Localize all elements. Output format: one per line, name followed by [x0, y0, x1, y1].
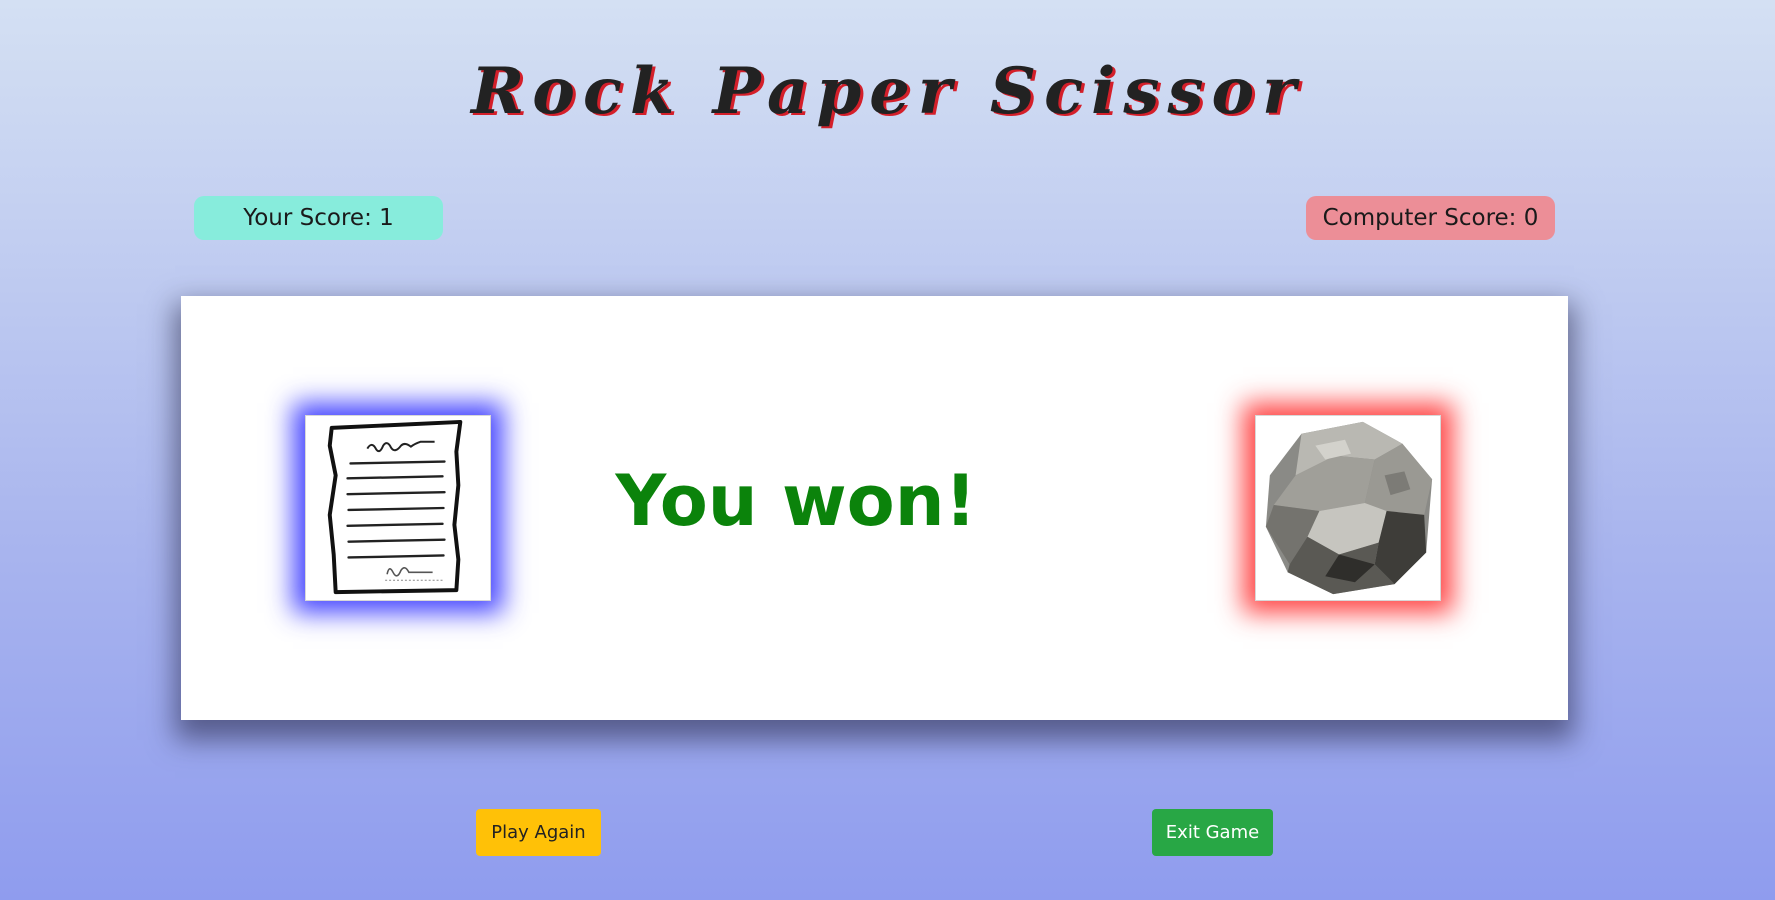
- game-title: Rock Paper Scissor: [471, 54, 1304, 129]
- rock-icon: [1265, 421, 1433, 595]
- player-choice-card: [305, 415, 491, 601]
- game-board: You won!: [181, 296, 1568, 720]
- paper-document-icon: [327, 419, 463, 595]
- exit-game-button[interactable]: Exit Game: [1152, 809, 1273, 856]
- result-message: You won!: [615, 460, 977, 542]
- play-again-button[interactable]: Play Again: [476, 809, 601, 856]
- computer-choice-card: [1255, 415, 1441, 601]
- player-score-badge: Your Score: 1: [194, 196, 443, 240]
- computer-score-badge: Computer Score: 0: [1306, 196, 1555, 240]
